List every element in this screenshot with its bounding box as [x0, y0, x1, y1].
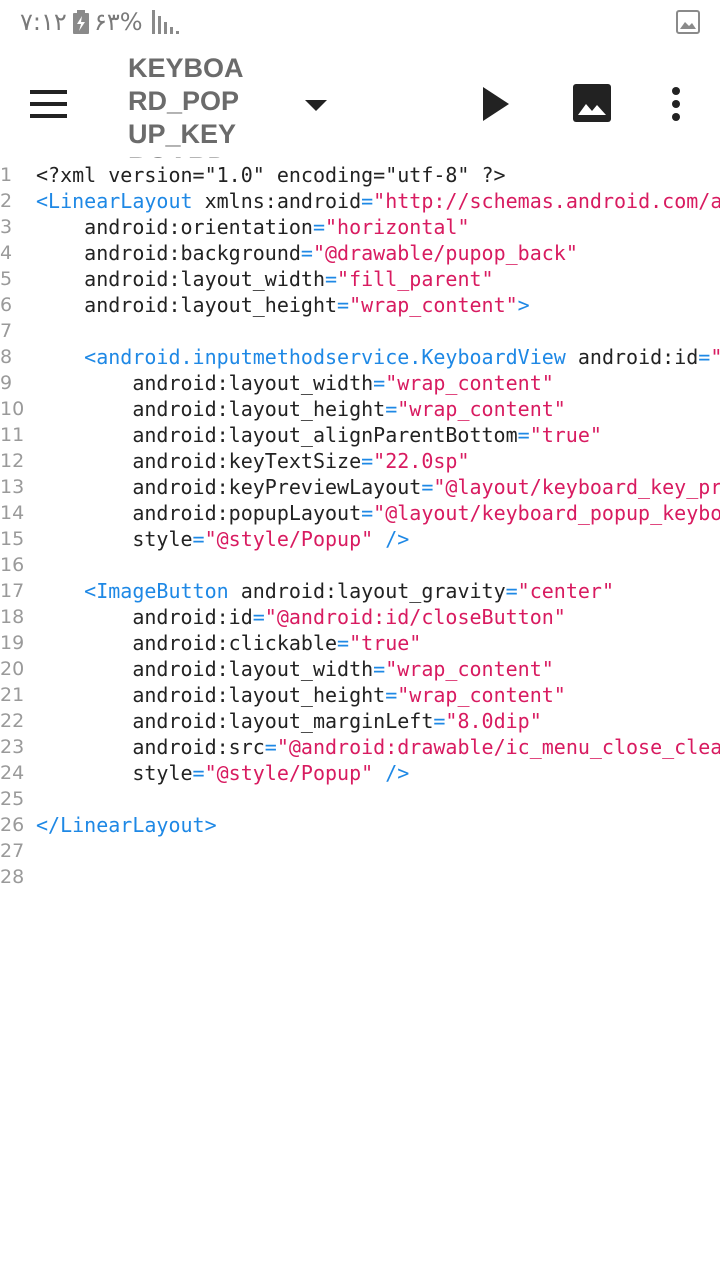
- file-title-container[interactable]: KEYBOARD_POPUP_KEYBOARD: [128, 52, 248, 158]
- code-line[interactable]: 22 android:layout_marginLeft="8.0dip": [0, 708, 720, 734]
- line-text: android:layout_width="wrap_content": [132, 371, 554, 395]
- code-line[interactable]: 19 android:clickable="true": [0, 630, 720, 656]
- line-number: 23: [0, 736, 25, 758]
- line-text: android:src="@android:drawable/ic_menu_c…: [132, 735, 720, 759]
- status-time: ۷:۱۲: [20, 8, 67, 36]
- signal-icon: [152, 10, 180, 38]
- line-number: 16: [0, 554, 25, 576]
- status-bar: ۷:۱۲ ۶۳%: [0, 0, 720, 46]
- file-title[interactable]: KEYBOARD_POPUP_KEYBOARD: [128, 52, 248, 158]
- status-battery-percent: ۶۳%: [94, 8, 143, 36]
- line-text: android:layout_marginLeft="8.0dip": [132, 709, 542, 733]
- line-number: 28: [0, 866, 25, 888]
- gallery-icon: [676, 10, 700, 38]
- code-line[interactable]: 15 style="@style/Popup" />: [0, 526, 720, 552]
- line-number: 13: [0, 476, 25, 498]
- code-line[interactable]: 17 <ImageButton android:layout_gravity="…: [0, 578, 720, 604]
- line-text: style="@style/Popup" />: [132, 761, 410, 785]
- code-line[interactable]: 26 </LinearLayout>: [0, 812, 720, 838]
- dropdown-arrow-icon[interactable]: [304, 98, 328, 117]
- line-number: 27: [0, 840, 25, 862]
- code-line[interactable]: 2 <LinearLayout xmlns:android="http://sch…: [0, 188, 720, 214]
- line-number: 19: [0, 632, 25, 654]
- code-line[interactable]: 7: [0, 318, 720, 344]
- line-number: 2: [0, 190, 13, 212]
- code-line[interactable]: 10 android:layout_height="wrap_content": [0, 396, 720, 422]
- line-text: <LinearLayout xmlns:android="http://sche…: [36, 189, 720, 213]
- menu-icon[interactable]: [30, 90, 68, 122]
- line-number: 4: [0, 242, 13, 264]
- line-number: 22: [0, 710, 25, 732]
- code-line[interactable]: 28: [0, 864, 720, 890]
- line-number: 24: [0, 762, 25, 784]
- code-line[interactable]: 3 android:orientation="horizontal": [0, 214, 720, 240]
- line-number: 6: [0, 294, 13, 316]
- line-text: android:orientation="horizontal": [84, 215, 470, 239]
- toolbar: KEYBOARD_POPUP_KEYBOARD: [0, 46, 720, 162]
- line-number: 20: [0, 658, 25, 680]
- line-text: <?xml version="1.0" encoding="utf-8" ?>: [36, 163, 506, 187]
- line-number: 15: [0, 528, 25, 550]
- code-line[interactable]: 1 <?xml version="1.0" encoding="utf-8" ?>: [0, 162, 720, 188]
- line-number: 9: [0, 372, 13, 394]
- line-number: 3: [0, 216, 13, 238]
- line-text: <ImageButton android:layout_gravity="cen…: [84, 579, 614, 603]
- line-number: 1: [0, 164, 13, 186]
- line-text: android:layout_width="fill_parent": [84, 267, 494, 291]
- line-number: 8: [0, 346, 13, 368]
- code-line[interactable]: 23 android:src="@android:drawable/ic_men…: [0, 734, 720, 760]
- line-number: 26: [0, 814, 25, 836]
- code-line[interactable]: 16: [0, 552, 720, 578]
- code-line[interactable]: 14 android:popupLayout="@layout/keyboard…: [0, 500, 720, 526]
- code-line[interactable]: 24 style="@style/Popup" />: [0, 760, 720, 786]
- line-text: android:clickable="true": [132, 631, 422, 655]
- line-text: style="@style/Popup" />: [132, 527, 410, 551]
- line-text: android:layout_height="wrap_content">: [84, 293, 530, 317]
- run-icon[interactable]: [482, 86, 510, 126]
- line-number: 18: [0, 606, 25, 628]
- line-text: android:keyPreviewLayout="@layout/keyboa…: [132, 475, 720, 499]
- line-text: android:layout_height="wrap_content": [132, 683, 566, 707]
- code-line[interactable]: 20 android:layout_width="wrap_content": [0, 656, 720, 682]
- line-text: <android.inputmethodservice.KeyboardView…: [84, 345, 720, 369]
- line-number: 11: [0, 424, 25, 446]
- code-line[interactable]: 11 android:layout_alignParentBottom="tru…: [0, 422, 720, 448]
- battery-charging-icon: [72, 10, 90, 38]
- line-text: android:layout_width="wrap_content": [132, 657, 554, 681]
- line-text: android:id="@android:id/closeButton": [132, 605, 566, 629]
- line-number: 14: [0, 502, 25, 524]
- code-line[interactable]: 12 android:keyTextSize="22.0sp": [0, 448, 720, 474]
- code-line[interactable]: 5 android:layout_width="fill_parent": [0, 266, 720, 292]
- line-text: </LinearLayout>: [36, 813, 217, 837]
- code-line[interactable]: 18 android:id="@android:id/closeButton": [0, 604, 720, 630]
- line-text: android:keyTextSize="22.0sp": [132, 449, 470, 473]
- line-number: 10: [0, 398, 25, 420]
- line-number: 21: [0, 684, 25, 706]
- code-line[interactable]: 21 android:layout_height="wrap_content": [0, 682, 720, 708]
- line-text: android:layout_alignParentBottom="true": [132, 423, 602, 447]
- line-text: android:popupLayout="@layout/keyboard_po…: [132, 501, 720, 525]
- code-line[interactable]: 8 <android.inputmethodservice.KeyboardVi…: [0, 344, 720, 370]
- code-line[interactable]: 25: [0, 786, 720, 812]
- line-text: android:layout_height="wrap_content": [132, 397, 566, 421]
- more-vert-icon[interactable]: [670, 86, 682, 126]
- code-line[interactable]: 13 android:keyPreviewLayout="@layout/key…: [0, 474, 720, 500]
- line-number: 5: [0, 268, 13, 290]
- image-icon[interactable]: [573, 84, 611, 126]
- line-number: 7: [0, 320, 13, 342]
- line-text: android:background="@drawable/pupop_back…: [84, 241, 578, 265]
- code-editor[interactable]: 1 <?xml version="1.0" encoding="utf-8" ?>…: [0, 160, 720, 900]
- line-number: 17: [0, 580, 25, 602]
- code-line[interactable]: 27: [0, 838, 720, 864]
- code-line[interactable]: 9 android:layout_width="wrap_content": [0, 370, 720, 396]
- line-number: 12: [0, 450, 25, 472]
- code-line[interactable]: 4 android:background="@drawable/pupop_ba…: [0, 240, 720, 266]
- line-number: 25: [0, 788, 25, 810]
- code-line[interactable]: 6 android:layout_height="wrap_content">: [0, 292, 720, 318]
